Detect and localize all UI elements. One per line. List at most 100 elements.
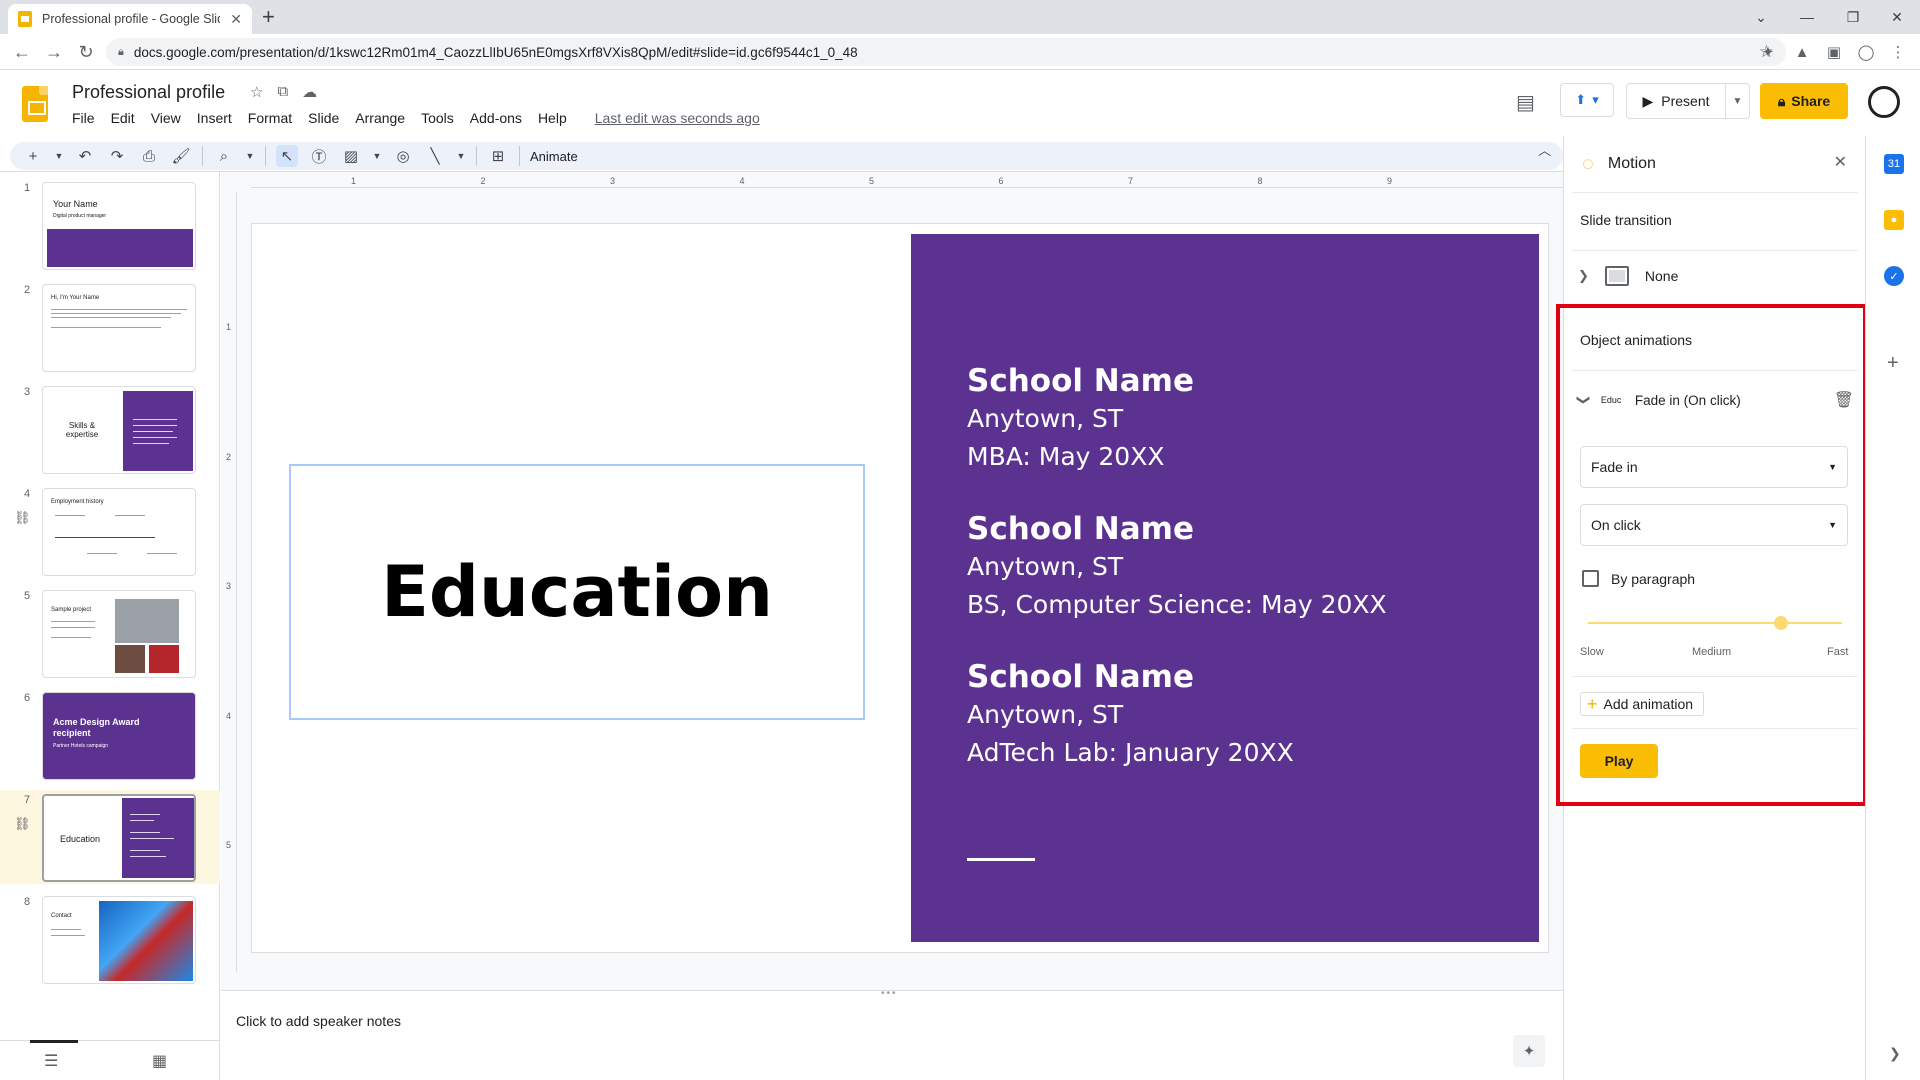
menu-help[interactable]: Help (530, 110, 575, 126)
slide-thumbnail[interactable]: Hi, I'm Your Name (42, 284, 196, 372)
slide-thumbnail[interactable]: Acme Design Award recipient Partner Hote… (42, 692, 196, 780)
url-text[interactable]: docs.google.com/presentation/d/1kswc12Rm… (134, 45, 1749, 60)
filmstrip-slide-5[interactable]: 5 Sample project (0, 586, 220, 680)
speaker-notes-placeholder[interactable]: Click to add speaker notes (236, 1013, 401, 1029)
new-tab-icon[interactable]: + (262, 4, 275, 30)
redo-icon[interactable]: ↷ (106, 145, 128, 167)
browser-menu-icon[interactable]: ⋮ (1886, 40, 1910, 64)
show-side-panel-icon[interactable]: ❯ (1889, 1045, 1901, 1062)
school-entry[interactable]: School Name Anytown, ST AdTech Lab: Janu… (967, 658, 1294, 772)
close-icon[interactable]: ✕ (1834, 152, 1847, 172)
text-box-icon[interactable]: Ⓣ (308, 145, 330, 167)
profile-icon[interactable]: ◯ (1854, 40, 1878, 64)
education-details-panel[interactable]: School Name Anytown, ST MBA: May 20XX Sc… (911, 234, 1539, 942)
speaker-notes[interactable]: ••• Click to add speaker notes ✦ (221, 988, 1563, 1080)
browser-tab[interactable]: Professional profile - Google Slid ✕ (8, 4, 252, 34)
menu-tools[interactable]: Tools (413, 110, 462, 126)
new-slide-icon[interactable]: + (22, 145, 44, 167)
filmstrip-slide-6[interactable]: 6 Acme Design Award recipient Partner Ho… (0, 688, 220, 782)
reading-list-icon[interactable]: ▣ (1822, 40, 1846, 64)
tab-search-icon[interactable]: ⌄ (1738, 0, 1784, 34)
slide[interactable]: Education School Name Anytown, ST MBA: M… (252, 224, 1548, 952)
document-title[interactable]: Professional profile (72, 82, 225, 103)
chevron-right-icon[interactable]: ❯ (1578, 268, 1589, 284)
zoom-icon[interactable]: ⌕ (213, 145, 235, 167)
add-animation-button[interactable]: + Add animation (1580, 692, 1705, 716)
slide-thumbnail[interactable]: Contact (42, 896, 196, 984)
keep-icon[interactable]: ● (1884, 210, 1904, 230)
slide-thumbnail[interactable]: Sample project (42, 590, 196, 678)
by-paragraph-row[interactable]: By paragraph (1582, 570, 1695, 587)
speed-slider-handle[interactable] (1774, 616, 1789, 630)
menu-addons[interactable]: Add-ons (462, 110, 530, 126)
school-entry[interactable]: School Name Anytown, ST BS, Computer Sci… (967, 510, 1387, 624)
comment-icon[interactable]: ⊞ (487, 145, 509, 167)
print-icon[interactable]: ⎙ (138, 145, 160, 167)
filmstrip-slide-2[interactable]: 2 Hi, I'm Your Name (0, 280, 220, 374)
close-window-icon[interactable]: ✕ (1874, 0, 1920, 34)
select-cursor-icon[interactable]: ↖ (276, 145, 298, 167)
forward-icon[interactable]: → (42, 40, 66, 64)
image-icon[interactable]: ▨ (340, 145, 362, 167)
slide-thumbnail-selected[interactable]: Education (42, 794, 196, 882)
reload-icon[interactable]: ↻ (74, 40, 98, 64)
slide-canvas[interactable]: 1 2 3 4 5 6 7 8 9 1 2 3 4 5 Education School Name An… (221, 172, 1563, 990)
share-button[interactable]: 🔒︎ Share (1760, 83, 1848, 119)
undo-icon[interactable]: ↶ (74, 145, 96, 167)
filmstrip-slide-1[interactable]: 1 Your Name Digital product manager (0, 178, 220, 272)
menu-view[interactable]: View (143, 110, 189, 126)
play-button[interactable]: Play (1580, 744, 1658, 778)
slide-transition-row[interactable]: ❯ None (1578, 266, 1678, 286)
restore-icon[interactable]: ❐ (1830, 0, 1876, 34)
paint-format-icon[interactable]: 🖌︎ (170, 145, 192, 167)
filmstrip-slide-7[interactable]: 7 ⛓ Education (0, 790, 220, 884)
notes-resize-handle[interactable]: ••• (881, 988, 898, 999)
menu-file[interactable]: File (64, 110, 103, 126)
lock-icon[interactable]: 🔒︎ (118, 46, 124, 59)
filmstrip-view-icon[interactable]: ☰ (44, 1051, 58, 1071)
present-options-button[interactable]: ⬆ ▾ (1560, 83, 1614, 117)
menu-slide[interactable]: Slide (300, 110, 347, 126)
trigger-select[interactable]: On click ▼ (1580, 504, 1848, 546)
calendar-icon[interactable]: 31 (1884, 154, 1904, 174)
slide-thumbnail[interactable]: Your Name Digital product manager (42, 182, 196, 270)
line-chevron-icon[interactable]: ▼ (456, 145, 466, 167)
menu-insert[interactable]: Insert (189, 110, 240, 126)
animation-item[interactable]: ❯ Educ Fade in (On click) 🗑︎ (1575, 390, 1854, 410)
horizontal-ruler[interactable]: 1 2 3 4 5 6 7 8 9 (251, 176, 1563, 188)
slide-thumbnail[interactable]: Skills & expertise (42, 386, 196, 474)
slides-logo-icon[interactable] (22, 86, 48, 122)
new-slide-layout-chevron-icon[interactable]: ▼ (54, 145, 64, 167)
filmstrip-slide-8[interactable]: 8 Contact (0, 892, 220, 986)
filmstrip-slide-3[interactable]: 3 Skills & expertise (0, 382, 220, 476)
tab-close-icon[interactable]: ✕ (230, 11, 242, 28)
cloud-status-icon[interactable]: ☁ (302, 83, 317, 101)
comment-history-icon[interactable]: ▤ (1516, 90, 1535, 115)
delete-animation-icon[interactable]: 🗑︎ (1834, 390, 1854, 410)
line-icon[interactable]: ╲ (424, 145, 446, 167)
menu-edit[interactable]: Edit (103, 110, 143, 126)
slide-thumbnail[interactable]: Employment history (42, 488, 196, 576)
speed-slider[interactable] (1588, 616, 1842, 630)
menu-format[interactable]: Format (240, 110, 300, 126)
extensions-icon[interactable]: ✦ (1756, 40, 1780, 64)
back-icon[interactable]: ← (10, 40, 34, 64)
present-dropdown-icon[interactable]: ▼ (1725, 84, 1749, 118)
move-folder-icon[interactable]: ⧉ (277, 83, 288, 101)
minimize-icon[interactable]: — (1784, 0, 1830, 34)
vertical-ruler[interactable]: 1 2 3 4 5 (225, 192, 237, 972)
effect-select[interactable]: Fade in ▼ (1580, 446, 1848, 488)
omnibox[interactable]: 🔒︎ docs.google.com/presentation/d/1kswc1… (106, 38, 1786, 66)
image-chevron-icon[interactable]: ▼ (372, 145, 382, 167)
chevron-down-icon[interactable]: ❯ (1575, 395, 1591, 406)
filmstrip-slide-4[interactable]: 4 ⛓ Employment history (0, 484, 220, 578)
last-edit-link[interactable]: Last edit was seconds ago (587, 110, 768, 126)
by-paragraph-checkbox[interactable] (1582, 570, 1599, 587)
school-entry[interactable]: School Name Anytown, ST MBA: May 20XX (967, 362, 1194, 476)
star-icon[interactable]: ☆ (250, 83, 263, 101)
shape-icon[interactable]: ◎ (392, 145, 414, 167)
explore-icon[interactable]: ✦ (1513, 1035, 1545, 1067)
menu-arrange[interactable]: Arrange (347, 110, 413, 126)
collapse-menu-icon[interactable]: ︿ (1538, 140, 1551, 159)
tasks-icon[interactable]: ✓ (1884, 266, 1904, 286)
